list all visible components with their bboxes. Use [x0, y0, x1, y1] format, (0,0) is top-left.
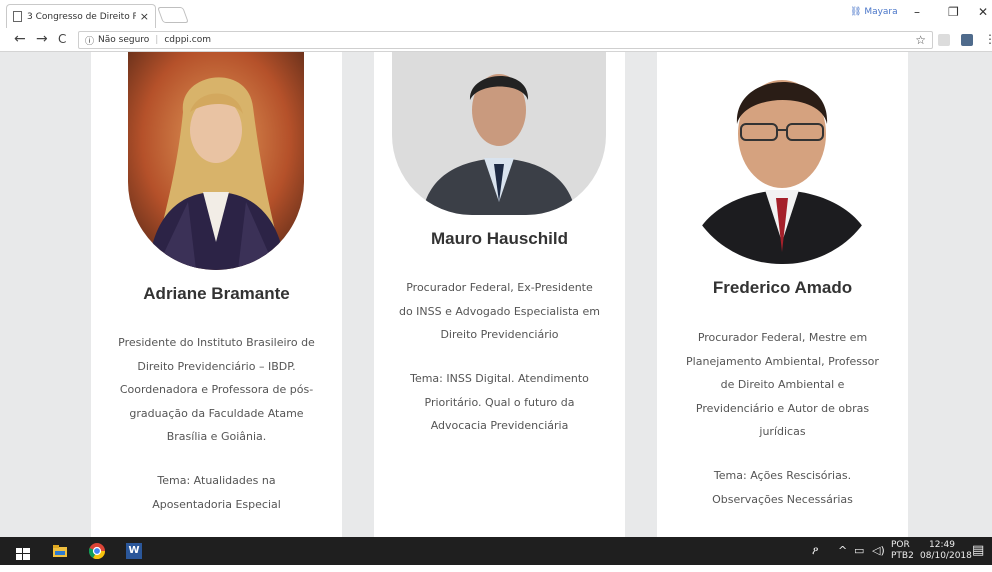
topic-line: Advocacia Previdenciária	[430, 419, 569, 432]
bio-line: Previdenciário e Autor de obras	[695, 401, 870, 415]
speaker-topic: Tema: Ações Rescisórias. Observações Nec…	[657, 464, 908, 511]
page-icon	[13, 11, 22, 22]
speaker-name: Mauro Hauschild	[431, 229, 568, 248]
speaker-photo	[681, 52, 883, 264]
speaker-bio: Procurador Federal, Mestre em Planejamen…	[657, 326, 908, 444]
forward-button[interactable]: →	[36, 31, 48, 47]
profile-name: Mayara	[864, 7, 898, 17]
bio-line: de Direito Ambiental e	[720, 378, 845, 391]
bio-line: Procurador Federal, Mestre em	[697, 331, 868, 344]
speaker-photo	[128, 52, 304, 270]
topic-line: Observações Necessárias	[712, 492, 853, 506]
bio-line: Procurador Federal, Ex-Presidente	[406, 281, 593, 294]
keyboard-layout: PTB2	[891, 551, 914, 561]
speaker-bio: Presidente do Instituto Brasileiro de Di…	[91, 331, 342, 449]
bio-line: Planejamento Ambiental, Professor	[686, 354, 879, 368]
minimize-button[interactable]: –	[914, 5, 920, 19]
topic-line: Prioritário. Qual o futuro da	[424, 395, 575, 409]
clock-date: 08/10/2018	[920, 551, 972, 561]
speaker-name: Frederico Amado	[712, 278, 853, 297]
address-bar[interactable]: ⓘ Não seguro | cdppi.com ☆	[78, 31, 933, 49]
bio-line: Direito Previdenciário – IBDP.	[137, 359, 296, 373]
page-content: Adriane Bramante Presidente do Instituto…	[0, 52, 992, 537]
bio-line: jurídicas	[759, 425, 806, 438]
bio-line: Brasília e Goiânia.	[166, 430, 267, 443]
bio-line: graduação da Faculdade Atame	[129, 406, 304, 420]
speaker-card: Mauro Hauschild Procurador Federal, Ex-P…	[374, 52, 625, 537]
language-indicator[interactable]: POR PTB2	[891, 540, 914, 568]
people-icon[interactable]: ዖ	[812, 544, 818, 572]
speaker-photo	[392, 52, 606, 215]
back-button[interactable]: ←	[14, 31, 26, 47]
browser-tab[interactable]: 3 Congresso de Direito P ×	[6, 4, 156, 28]
windows-start-icon[interactable]	[16, 545, 30, 560]
profile-icon: ⛓	[850, 7, 862, 17]
reload-button[interactable]: C	[58, 32, 66, 46]
file-explorer-icon[interactable]	[52, 543, 68, 559]
profile-button[interactable]: ⛓ Mayara	[850, 7, 898, 17]
extension-icon[interactable]	[961, 34, 973, 46]
menu-icon[interactable]: ⋮	[984, 32, 992, 46]
volume-icon[interactable]: ◁)	[872, 544, 885, 572]
divider: |	[155, 35, 159, 45]
network-icon[interactable]: ▭	[854, 544, 864, 572]
word-icon[interactable]: W	[126, 543, 142, 559]
chevron-up-icon[interactable]: ^	[838, 544, 847, 572]
bio-line: Direito Previdenciário	[440, 328, 559, 341]
chrome-icon[interactable]	[88, 543, 106, 560]
speaker-topic: Tema: INSS Digital. Atendimento Prioritá…	[374, 367, 625, 438]
clock[interactable]: 12:49 08/10/2018	[920, 540, 972, 568]
clock-time: 12:49	[929, 540, 955, 550]
speaker-card: Frederico Amado Procurador Federal, Mest…	[657, 52, 908, 537]
speaker-bio: Procurador Federal, Ex-Presidente do INS…	[374, 276, 625, 347]
bio-line: do INSS e Advogado Especialista em	[398, 304, 601, 318]
tab-close-icon[interactable]: ×	[140, 10, 149, 23]
bio-line: Coordenadora e Professora de pós-	[119, 383, 314, 396]
new-tab-button[interactable]	[157, 7, 189, 23]
taskbar: W ዖ ^ ▭ ◁) POR PTB2 12:49 08/10/2018 ▤	[0, 537, 992, 565]
close-window-button[interactable]: ✕	[978, 5, 988, 19]
extension-icon[interactable]	[938, 34, 950, 46]
info-icon[interactable]: ⓘ	[85, 34, 94, 47]
security-label: Não seguro	[98, 35, 150, 45]
language-code: POR	[891, 540, 910, 550]
browser-toolbar: ← → C ⓘ Não seguro | cdppi.com ☆	[0, 28, 992, 52]
topic-line: Tema: Ações Rescisórias.	[713, 469, 852, 482]
speaker-topic: Tema: Atualidades na Aposentadoria Espec…	[91, 469, 342, 516]
topic-line: Tema: INSS Digital. Atendimento	[410, 372, 589, 385]
tab-title: 3 Congresso de Direito P	[27, 11, 136, 22]
tab-strip: 3 Congresso de Direito P × ⛓ Mayara – ❐ …	[0, 0, 992, 28]
bio-line: Presidente do Instituto Brasileiro de	[118, 336, 315, 349]
url-text: cdppi.com	[164, 35, 212, 45]
speaker-card: Adriane Bramante Presidente do Instituto…	[91, 52, 342, 537]
topic-line: Aposentadoria Especial	[152, 497, 281, 511]
topic-line: Tema: Atualidades na	[157, 474, 276, 487]
speaker-name: Adriane Bramante	[143, 284, 290, 303]
bookmark-star-icon[interactable]: ☆	[915, 33, 926, 47]
restore-button[interactable]: ❐	[948, 5, 959, 19]
notifications-icon[interactable]: ▤	[972, 543, 984, 571]
